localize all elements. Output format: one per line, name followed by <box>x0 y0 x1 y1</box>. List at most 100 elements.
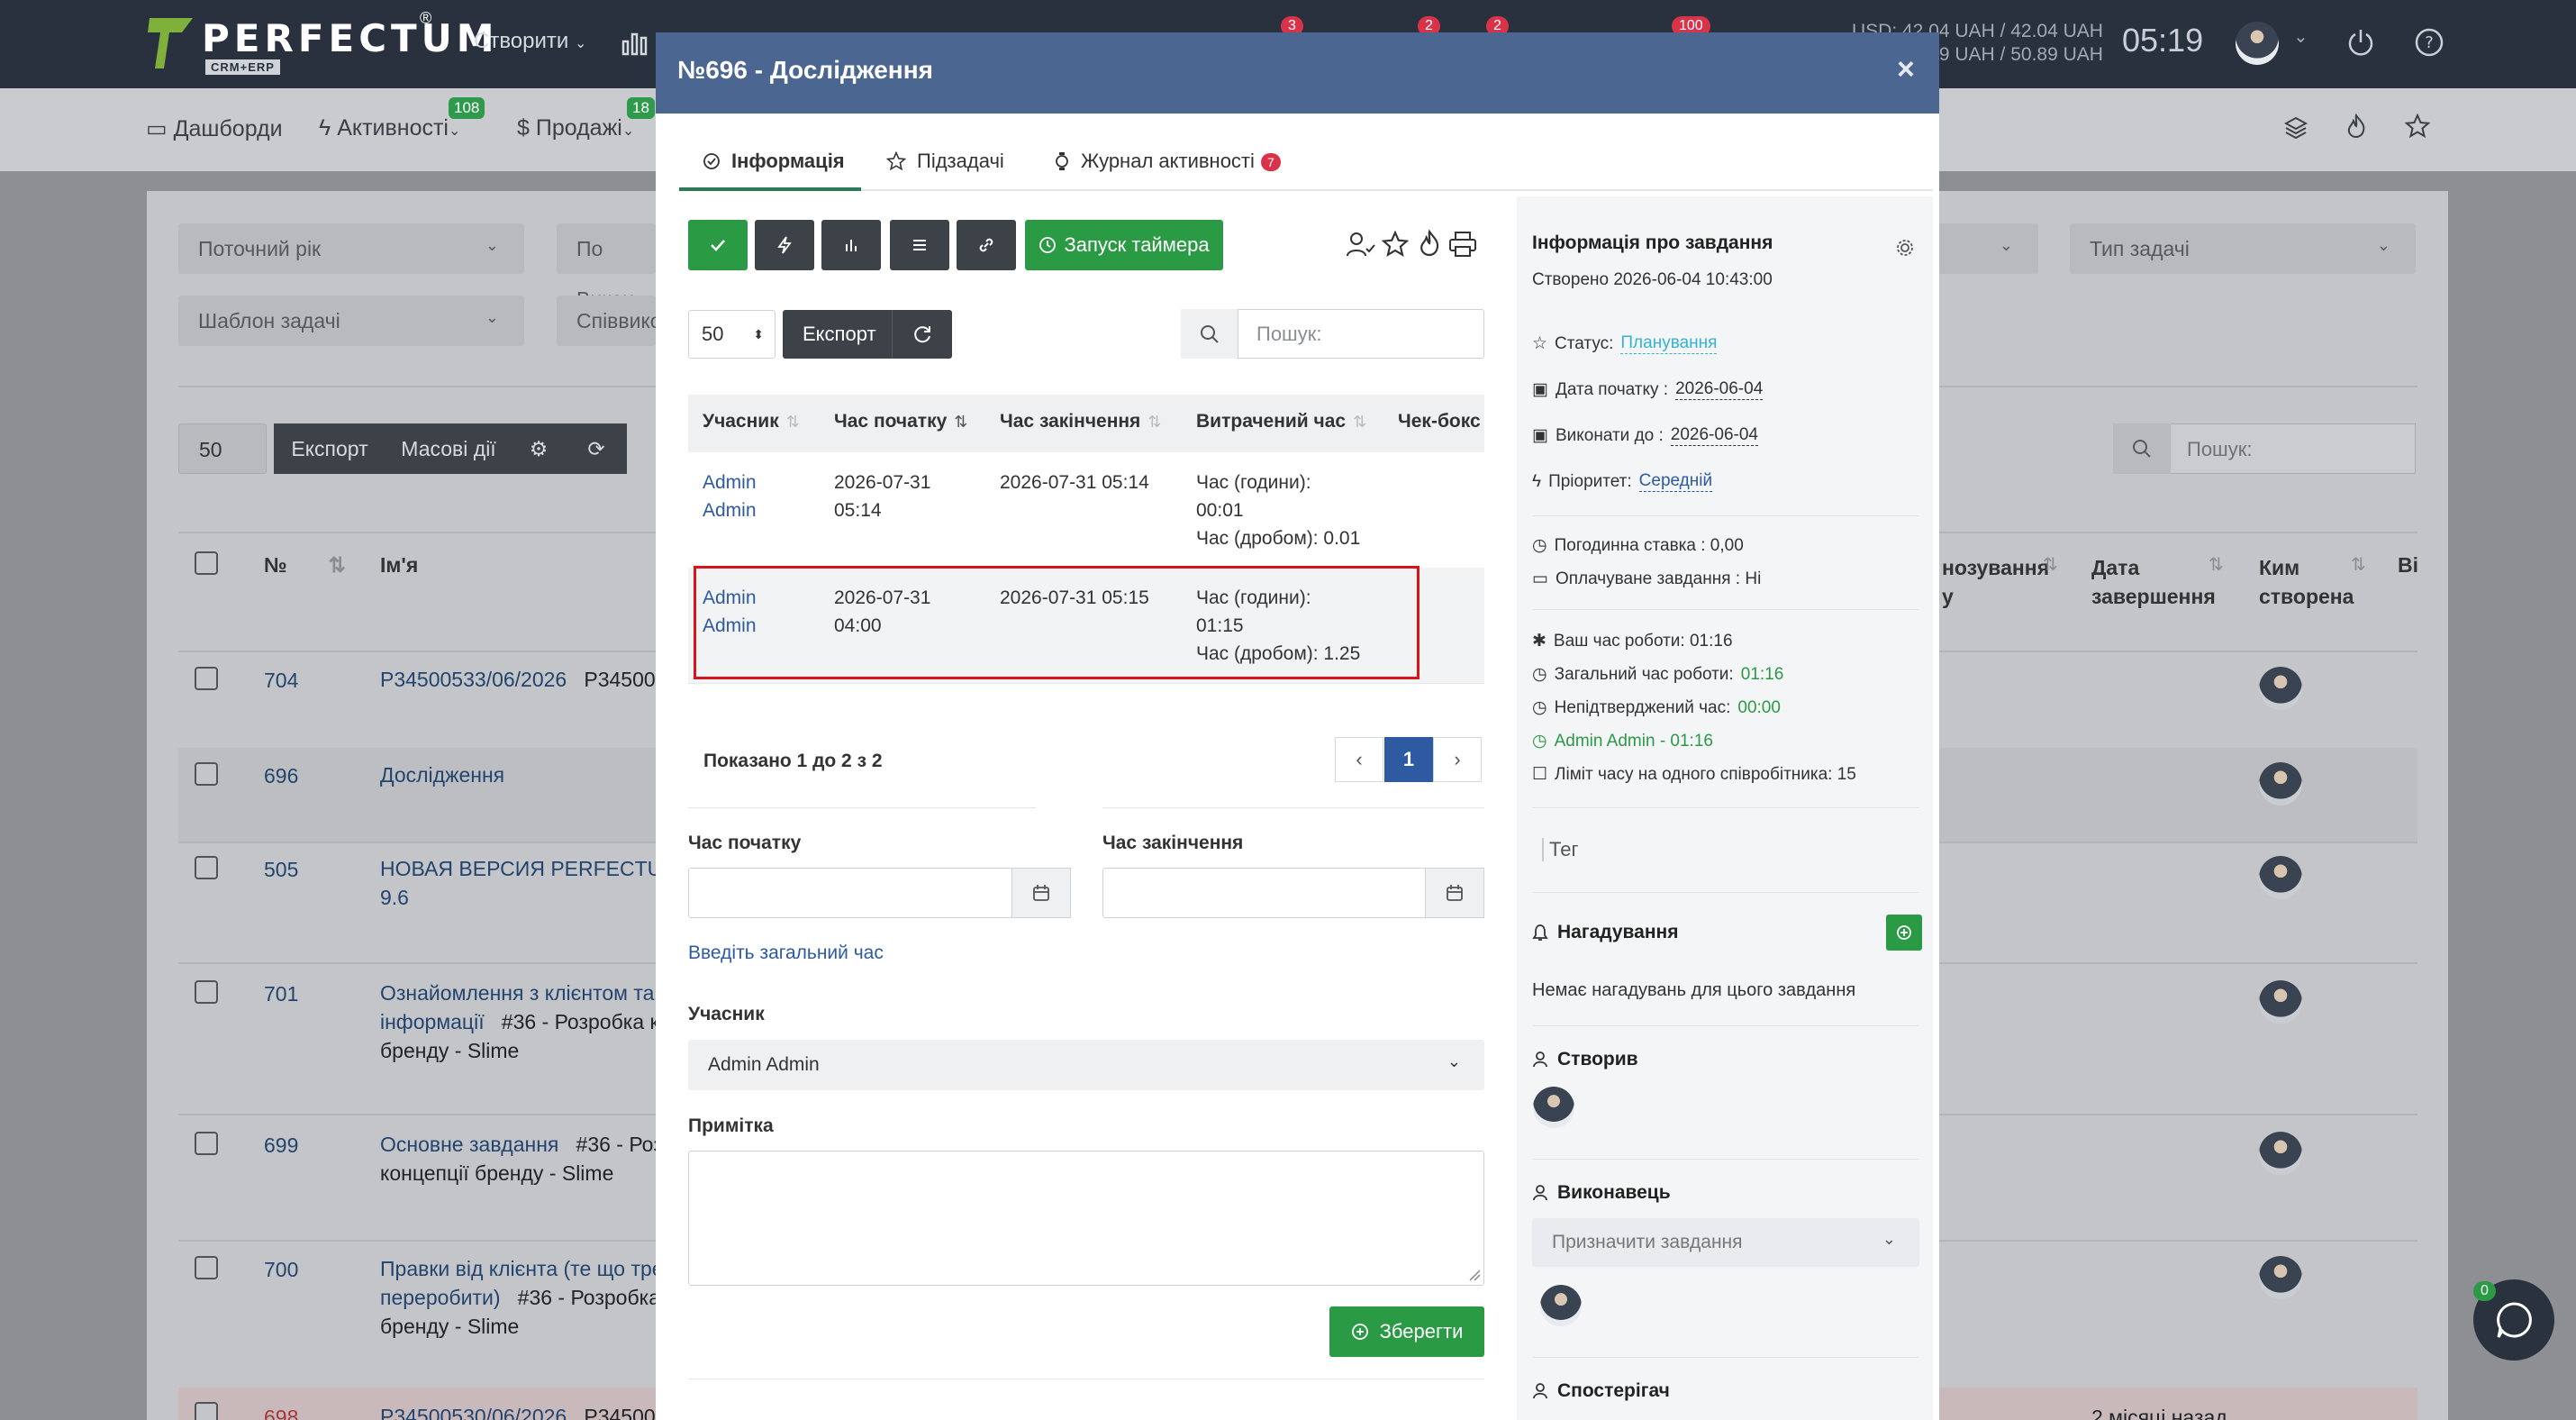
tab-activity-log[interactable]: Журнал активності <box>1054 150 1255 173</box>
save-button[interactable]: Зберегти <box>1329 1306 1484 1357</box>
calendar-icon[interactable] <box>1425 868 1484 918</box>
per-page-select[interactable]: 50 <box>178 423 267 474</box>
task-name-link[interactable]: Дослідження <box>380 760 504 789</box>
complete-button[interactable] <box>688 220 748 270</box>
task-name-link[interactable]: P34500530/06/2026 P34500 <box>380 1402 656 1420</box>
row-checkbox[interactable] <box>195 856 218 879</box>
row-checkbox[interactable] <box>195 1132 218 1155</box>
star-icon[interactable] <box>2405 114 2430 139</box>
row-checkbox[interactable] <box>195 980 218 1004</box>
close-icon[interactable]: × <box>1897 52 1915 87</box>
col-start-time[interactable]: Час початку ⇅ <box>834 411 967 432</box>
per-page-select[interactable]: 50 ⬍ <box>688 310 776 359</box>
chart-icon[interactable] <box>621 31 649 56</box>
task-number[interactable]: 505 <box>264 858 298 882</box>
help-icon[interactable]: ? <box>2414 27 2444 58</box>
task-number[interactable]: 700 <box>264 1258 298 1282</box>
time-limit[interactable]: ☐ Ліміт часу на одного співробітника: 15 <box>1532 764 1856 785</box>
col-checkbox[interactable]: Чек-бокс <box>1398 411 1481 432</box>
logo-icon[interactable] <box>146 14 196 72</box>
task-number[interactable]: 701 <box>264 982 298 1006</box>
calendar-icon[interactable] <box>1011 868 1071 918</box>
col-forecast[interactable]: нозування у <box>1942 553 2049 611</box>
pagination-next[interactable]: › <box>1433 737 1482 782</box>
fire-icon[interactable] <box>2345 114 2367 139</box>
enter-total-time-link[interactable]: Введіть загальний час <box>688 942 884 964</box>
year-filter[interactable]: Поточний рік ⌄ <box>178 223 524 274</box>
col-finish-date[interactable]: Дата завершення <box>2091 553 2216 611</box>
add-reminder-button[interactable] <box>1886 915 1922 951</box>
create-menu[interactable]: Створити ⌄ <box>474 29 586 54</box>
tab-subtasks[interactable]: Підзадачі <box>886 150 1004 173</box>
col-created-by[interactable]: Ким створена <box>2259 553 2354 611</box>
sort-icon[interactable]: ⇅ <box>2043 553 2058 576</box>
checkbox-icon[interactable]: ☐ <box>1532 764 1547 785</box>
gear-icon[interactable] <box>1895 238 1915 258</box>
task-number[interactable]: 704 <box>264 669 298 693</box>
pagination-prev[interactable]: ‹ <box>1335 737 1383 782</box>
print-icon[interactable] <box>1448 231 1477 258</box>
start-timer-button[interactable]: Запуск таймера <box>1025 220 1223 270</box>
mass-actions-button[interactable]: Масові дії <box>385 423 512 474</box>
pagination-page[interactable]: 1 <box>1384 737 1433 782</box>
tab-info[interactable]: Інформація <box>703 150 845 173</box>
creator-avatar[interactable] <box>2259 1132 2302 1175</box>
bolt-button[interactable] <box>755 220 814 270</box>
select-all-checkbox[interactable] <box>195 551 218 575</box>
tag-input[interactable]: Тег <box>1542 838 1578 861</box>
employee-filter[interactable]: Співвико <box>557 296 662 346</box>
task-number[interactable]: 699 <box>264 1133 298 1158</box>
creator-avatar[interactable] <box>2259 762 2302 806</box>
status-value[interactable]: Планування <box>1620 333 1718 354</box>
row-checkbox[interactable] <box>195 762 218 786</box>
nav-sales[interactable]: $ Продажі⌄ <box>517 115 634 141</box>
sort-icon[interactable]: ⇅ <box>2351 553 2366 576</box>
nav-activities[interactable]: ϟ Активності⌄ <box>319 115 460 141</box>
task-name-link[interactable]: Основне завдання #36 - Розр концепції бре… <box>380 1130 675 1188</box>
task-type-filter[interactable]: Тип задачі ⌄ <box>2070 223 2416 274</box>
chart-button[interactable] <box>821 220 881 270</box>
sort-icon[interactable]: ⇅ <box>2209 553 2224 576</box>
search-input[interactable] <box>1240 310 1483 358</box>
task-number[interactable]: 698 <box>264 1406 298 1420</box>
note-textarea[interactable] <box>688 1151 1484 1286</box>
member-select[interactable]: Admin Admin ⌄ <box>688 1040 1484 1090</box>
task-name-link[interactable]: Правки від клієнта (те що треб переробити… <box>380 1254 676 1341</box>
col-member[interactable]: Учасник ⇅ <box>703 411 800 432</box>
due-date-value[interactable]: 2026-06-04 <box>1670 425 1758 446</box>
user-check-icon[interactable] <box>1346 231 1376 259</box>
task-name-link[interactable]: Ознайомлення з клієнтом та об інформації … <box>380 979 684 1065</box>
task-number[interactable]: 696 <box>264 764 298 788</box>
row-checkbox[interactable] <box>195 1402 218 1420</box>
task-name-link[interactable]: P34500533/06/2026 P34500 <box>380 665 656 694</box>
assignee-avatar[interactable] <box>1540 1285 1582 1326</box>
power-icon[interactable] <box>2345 27 2376 58</box>
assign-task-select[interactable]: Призначити завдання ⌄ <box>1532 1218 1919 1267</box>
creator-avatar[interactable] <box>2259 856 2302 899</box>
start-time-input[interactable] <box>688 868 1012 918</box>
creator-avatar[interactable] <box>1533 1087 1574 1128</box>
hidden-filter[interactable]: ⌄ <box>1939 223 2038 274</box>
end-time-input[interactable] <box>1102 868 1427 918</box>
col-num[interactable]: № ⇅ <box>264 553 346 578</box>
creator-avatar[interactable] <box>2259 667 2302 710</box>
template-filter[interactable]: Шаблон задачі ⌄ <box>178 296 524 346</box>
creator-avatar[interactable] <box>2259 1256 2302 1299</box>
layers-icon[interactable] <box>2284 115 2308 139</box>
row-checkbox[interactable] <box>195 667 218 690</box>
start-date-value[interactable]: 2026-06-04 <box>1675 379 1764 400</box>
col-spent-time[interactable]: Витрачений час ⇅ <box>1196 411 1366 432</box>
export-button[interactable]: Експорт <box>274 423 385 474</box>
gear-icon[interactable]: ⚙ <box>512 423 566 474</box>
list-button[interactable] <box>890 220 949 270</box>
col-end-time[interactable]: Час закінчення ⇅ <box>1000 411 1161 432</box>
user-avatar[interactable] <box>2236 22 2279 65</box>
creator-avatar[interactable] <box>2259 980 2302 1024</box>
assignee-filter[interactable]: По Викон <box>557 223 656 311</box>
nav-dashboards[interactable]: ▭ Дашборди <box>146 115 283 142</box>
col-last[interactable]: Ві <box>2398 553 2418 578</box>
priority-value[interactable]: Середній <box>1638 471 1713 492</box>
star-icon[interactable] <box>1382 231 1409 258</box>
fire-icon[interactable] <box>1418 229 1441 258</box>
refresh-icon[interactable] <box>892 310 952 359</box>
